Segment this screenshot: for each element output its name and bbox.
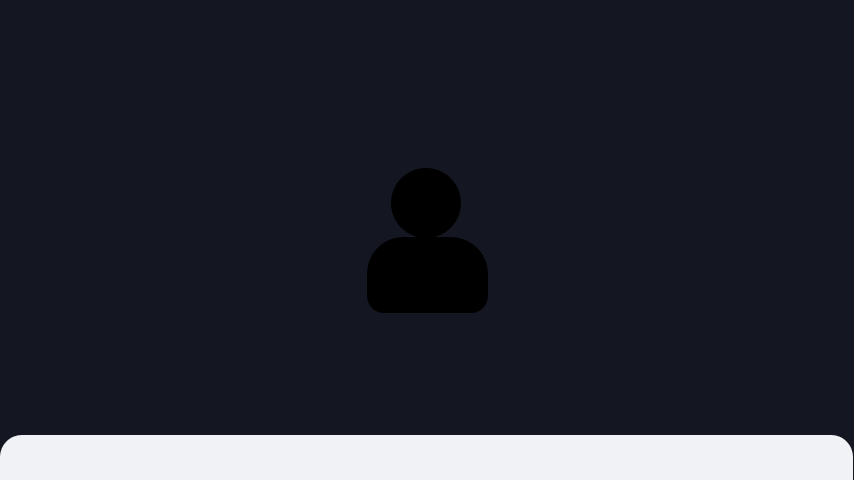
user-silhouette-icon bbox=[367, 168, 488, 313]
user-avatar-placeholder bbox=[367, 168, 488, 314]
video-call-screen bbox=[0, 0, 854, 480]
bottom-input-bar[interactable] bbox=[0, 435, 853, 480]
